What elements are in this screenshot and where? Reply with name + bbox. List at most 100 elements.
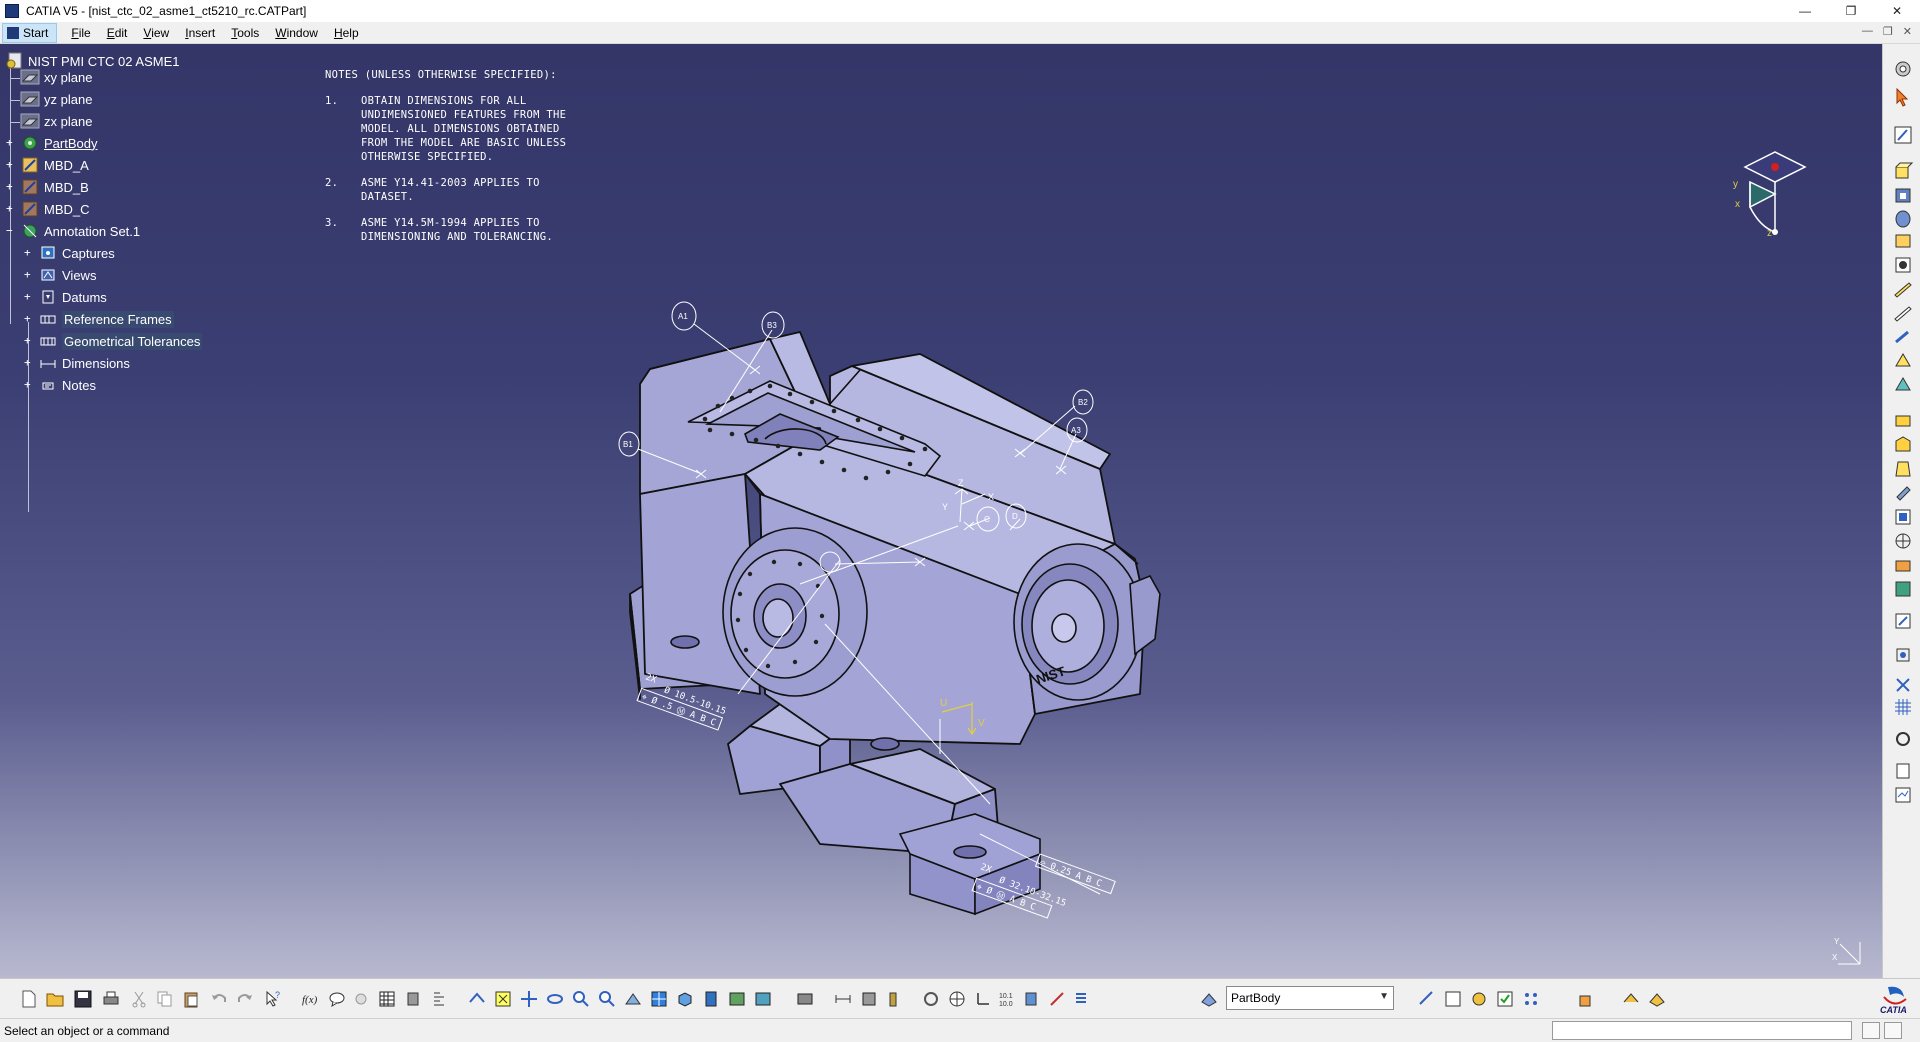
tree-item-views[interactable]: Views — [38, 264, 96, 286]
rotate-icon[interactable] — [544, 988, 566, 1010]
shell-icon[interactable] — [1892, 482, 1914, 504]
sheet-icon[interactable] — [1892, 760, 1914, 782]
tree-item-mbd-c[interactable]: MBD_C — [20, 198, 90, 220]
hide-show-icon[interactable] — [726, 988, 748, 1010]
copy-icon[interactable] — [154, 988, 176, 1010]
tree-item-datums[interactable]: Datums — [38, 286, 107, 308]
expand-reference-frames[interactable]: + — [24, 313, 33, 324]
shaft-icon[interactable] — [1892, 208, 1914, 230]
tree-item-zx-plane[interactable]: zx plane — [20, 110, 92, 132]
groove-icon[interactable] — [1892, 230, 1914, 252]
table-icon[interactable] — [376, 988, 398, 1010]
menu-edit[interactable]: Edit — [99, 26, 136, 40]
bottle-icon[interactable] — [882, 988, 904, 1010]
tree-item-reference-frames[interactable]: Reference Frames — [38, 308, 174, 330]
pattern-icon[interactable] — [1892, 610, 1914, 632]
chamfer-icon[interactable] — [1892, 434, 1914, 456]
scaling-icon[interactable] — [1892, 644, 1914, 666]
flower-icon[interactable] — [1468, 988, 1490, 1010]
restore-button[interactable]: ❐ — [1828, 0, 1874, 22]
menu-help[interactable]: Help — [326, 26, 367, 40]
shading-icon[interactable] — [700, 988, 722, 1010]
hole-icon[interactable] — [1892, 254, 1914, 276]
collapse-annotation-set[interactable]: − — [6, 225, 15, 236]
part-model[interactable]: NIST A1 B3 B1 B2 A3 C D Z Y X V U 2X Ø 1… — [590, 294, 1350, 974]
list-icon[interactable] — [1070, 988, 1092, 1010]
catalog-icon[interactable] — [402, 988, 424, 1010]
cut-icon[interactable] — [128, 988, 150, 1010]
doc-restore-button[interactable]: ❐ — [1883, 25, 1893, 38]
part-design-icon[interactable] — [1620, 988, 1642, 1010]
start-menu[interactable]: Start — [2, 22, 58, 43]
select-arrow-icon[interactable] — [1892, 86, 1914, 108]
sketch-icon[interactable] — [1892, 124, 1914, 146]
expand-geometrical-tolerances[interactable]: + — [24, 335, 33, 346]
undo-icon[interactable] — [208, 988, 230, 1010]
fillet-icon[interactable] — [1892, 410, 1914, 432]
numeric-display-icon[interactable]: 10.1 10.0 — [996, 988, 1018, 1010]
pad-icon[interactable] — [1892, 160, 1914, 182]
update-icon[interactable] — [794, 988, 816, 1010]
draft-icon[interactable] — [1892, 458, 1914, 480]
tools-icon[interactable] — [1646, 988, 1668, 1010]
macro-icon[interactable] — [428, 988, 450, 1010]
minimize-button[interactable]: — — [1782, 0, 1828, 22]
mirror-icon[interactable] — [1892, 578, 1914, 600]
constraint-icon[interactable] — [832, 988, 854, 1010]
paste-icon[interactable] — [180, 988, 202, 1010]
status-bar-button[interactable] — [1862, 1022, 1880, 1039]
doc-close-button[interactable]: ✕ — [1903, 25, 1912, 38]
pan-icon[interactable] — [518, 988, 540, 1010]
normal-view-icon[interactable] — [622, 988, 644, 1010]
pocket-icon[interactable] — [1892, 184, 1914, 206]
analysis-icon[interactable] — [1892, 784, 1914, 806]
expand-captures[interactable]: + — [24, 247, 33, 258]
loft-icon[interactable] — [1892, 350, 1914, 372]
slot-icon[interactable] — [1892, 302, 1914, 324]
menu-insert[interactable]: Insert — [177, 26, 223, 40]
tree-item-yz-plane[interactable]: yz plane — [20, 88, 92, 110]
axis-icon[interactable] — [972, 988, 994, 1010]
comment-icon[interactable] — [326, 988, 348, 1010]
expand-notes[interactable]: + — [24, 379, 33, 390]
tree-item-mbd-b[interactable]: MBD_B — [20, 176, 89, 198]
define-work-object-icon[interactable] — [1198, 988, 1220, 1010]
expand-mbd-c[interactable]: + — [6, 203, 15, 214]
power-input-field[interactable] — [1552, 1021, 1852, 1040]
3d-viewport[interactable]: NIST PMI CTC 02 ASME1 xy plane yz plane … — [0, 44, 1882, 978]
fit-all-icon[interactable] — [492, 988, 514, 1010]
remove-loft-icon[interactable] — [1892, 374, 1914, 396]
expand-dimensions[interactable]: + — [24, 357, 33, 368]
measure-icon[interactable] — [1892, 728, 1914, 750]
expand-partbody[interactable]: + — [6, 137, 15, 148]
zoom-in-icon[interactable] — [570, 988, 592, 1010]
tree-item-annotation-set[interactable]: Annotation Set.1 — [20, 220, 140, 242]
menu-window[interactable]: Window — [267, 26, 326, 40]
fly-mode-icon[interactable] — [466, 988, 488, 1010]
split-icon[interactable] — [1892, 674, 1914, 696]
pattern-grid-icon[interactable] — [1520, 988, 1542, 1010]
open-folder-icon[interactable] — [44, 988, 66, 1010]
tree-item-dimensions[interactable]: Dimensions — [38, 352, 130, 374]
new-file-icon[interactable] — [18, 988, 40, 1010]
close-button[interactable]: ✕ — [1874, 0, 1920, 22]
compass-widget[interactable]: y x z — [1725, 132, 1835, 242]
translation-icon[interactable] — [1892, 554, 1914, 576]
menu-file[interactable]: File — [63, 26, 98, 40]
axis-system-icon[interactable] — [858, 988, 880, 1010]
layer-icon[interactable] — [1020, 988, 1042, 1010]
expand-mbd-b[interactable]: + — [6, 181, 15, 192]
globe-icon[interactable] — [946, 988, 968, 1010]
refresh-icon[interactable] — [920, 988, 942, 1010]
save-icon[interactable] — [72, 988, 94, 1010]
expand-views[interactable]: + — [24, 269, 33, 280]
active-body-select[interactable]: PartBody ▼ — [1226, 986, 1394, 1010]
tree-item-xy-plane[interactable]: xy plane — [20, 66, 92, 88]
knowledge-gear-icon[interactable] — [1892, 58, 1914, 80]
expand-datums[interactable]: + — [24, 291, 33, 302]
whats-this-icon[interactable]: ? — [262, 988, 284, 1010]
expand-mbd-a[interactable]: + — [6, 159, 15, 170]
print-icon[interactable] — [100, 988, 122, 1010]
doc-minimize-button[interactable]: — — [1862, 25, 1873, 38]
map-icon[interactable] — [1442, 988, 1464, 1010]
